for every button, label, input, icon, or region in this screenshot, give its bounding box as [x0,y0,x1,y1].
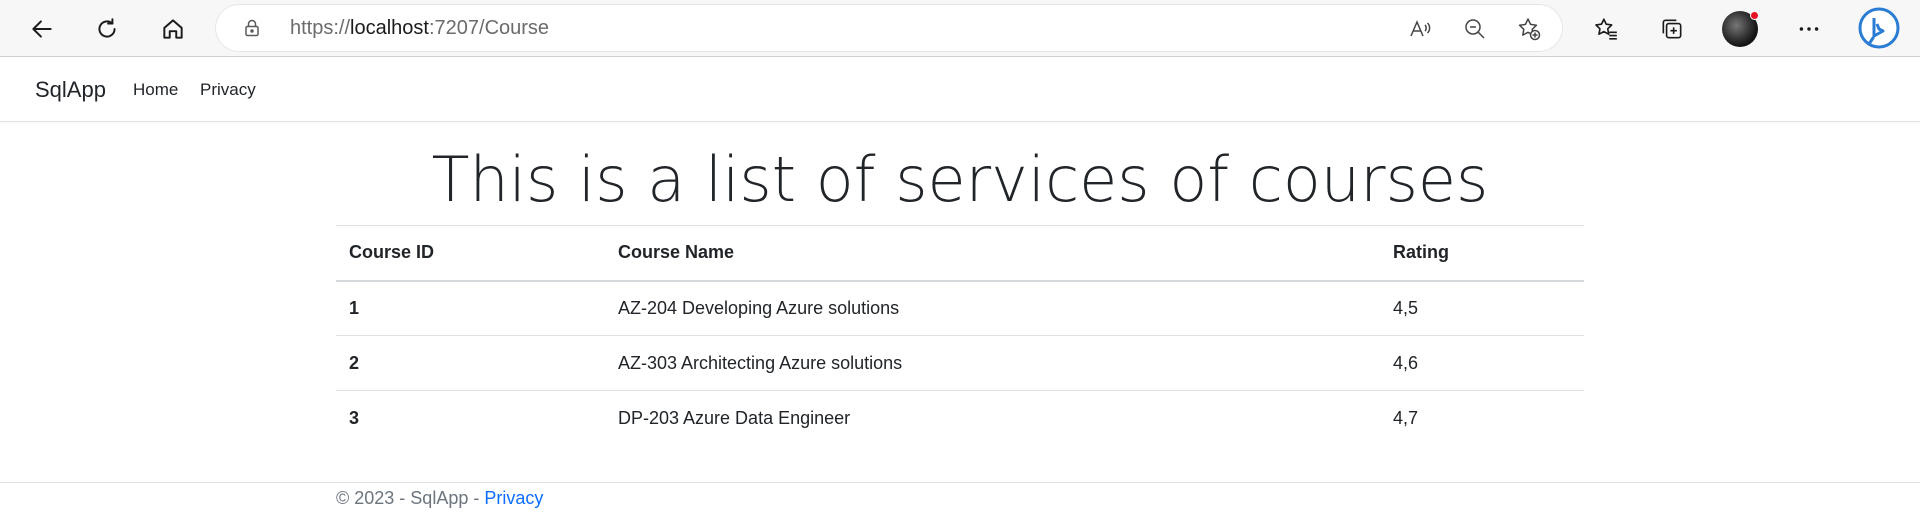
app-navbar: SqlApp Home Privacy [0,57,1920,122]
favorites-button[interactable] [1586,9,1626,49]
footer-privacy-link[interactable]: Privacy [484,488,543,508]
bing-icon[interactable] [1856,6,1902,52]
course-name-cell: DP-203 Azure Data Engineer [605,390,1380,446]
copyright-text: © 2023 - SqlApp - [336,488,485,508]
header-rating: Rating [1380,225,1584,282]
course-id-cell: 1 [336,280,605,336]
courses-table: Course ID Course Name Rating 1 AZ-204 De… [336,225,1584,446]
url-scheme: https:// [290,17,351,39]
more-icon [1799,27,1819,31]
rating-cell: 4,6 [1380,335,1584,391]
rating-cell: 4,7 [1380,390,1584,446]
course-name-cell: AZ-204 Developing Azure solutions [605,280,1380,336]
url-path: :7207/Course [428,17,550,39]
zoom-out-icon[interactable] [1461,15,1489,43]
add-favorite-icon[interactable] [1515,15,1543,43]
nav-link-privacy[interactable]: Privacy [200,80,256,100]
address-bar[interactable]: https://localhost:7207/Course [216,5,1562,51]
favorites-icon [1595,18,1617,40]
collections-icon [1662,19,1682,39]
table-row: 1 AZ-204 Developing Azure solutions 4,5 [336,280,1584,336]
url-host: localhost [350,17,429,39]
footer-text: © 2023 - SqlApp - Privacy [336,488,543,509]
table-header-row: Course ID Course Name Rating [336,225,1584,282]
read-aloud-icon[interactable] [1406,15,1434,43]
course-name-cell: AZ-303 Architecting Azure solutions [605,335,1380,391]
refresh-icon [98,18,116,38]
more-button[interactable] [1789,9,1829,49]
header-course-id: Course ID [336,225,605,282]
course-id-cell: 2 [336,335,605,391]
rating-cell: 4,5 [1380,280,1584,336]
footer: © 2023 - SqlApp - Privacy [0,482,1920,531]
table-row: 2 AZ-303 Architecting Azure solutions 4,… [336,335,1584,391]
home-icon [163,19,183,39]
header-course-name: Course Name [605,225,1380,282]
home-button[interactable] [153,9,193,49]
refresh-button[interactable] [87,9,127,49]
url-text[interactable]: https://localhost:7207/Course [290,17,549,40]
collections-button[interactable] [1652,9,1692,49]
browser-toolbar: https://localhost:7207/Course [0,0,1920,57]
notification-dot [1750,11,1759,20]
table-row: 3 DP-203 Azure Data Engineer 4,7 [336,390,1584,446]
back-icon [32,20,52,38]
brand-link[interactable]: SqlApp [35,77,106,103]
page-title: This is a list of services of courses [431,143,1489,216]
course-id-cell: 3 [336,390,605,446]
lock-icon[interactable] [242,18,262,38]
nav-link-home[interactable]: Home [133,80,178,100]
back-button[interactable] [22,9,62,49]
